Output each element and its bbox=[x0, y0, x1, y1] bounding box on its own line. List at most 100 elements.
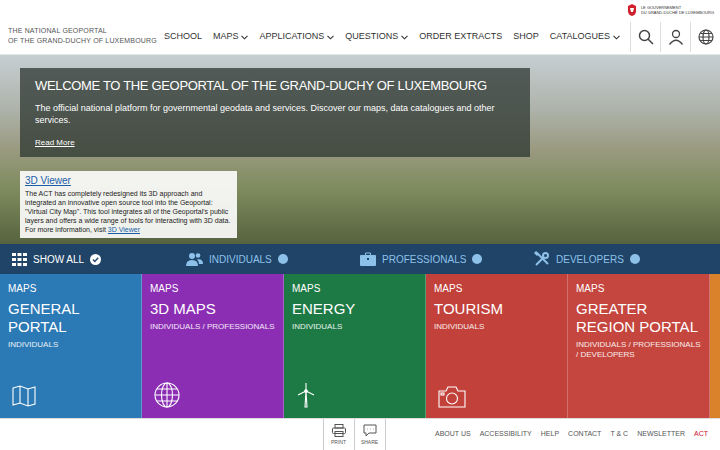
map-tile[interactable]: MAPS GREATER REGION PORTAL INDIVIDUALS / P… bbox=[568, 274, 710, 418]
nav-label: CATALOGUES bbox=[550, 30, 610, 44]
wind-turbine-icon bbox=[296, 382, 417, 408]
globe-icon[interactable] bbox=[690, 22, 720, 52]
tile-title: GENERAL PORTAL bbox=[8, 300, 133, 336]
tile-category: MAPS bbox=[8, 283, 133, 295]
header-tools bbox=[630, 22, 720, 52]
tile-audience: INDIVIDUALS bbox=[292, 322, 417, 332]
filter-item[interactable]: DEVELOPERS bbox=[534, 244, 708, 274]
read-more-link[interactable]: Read More bbox=[35, 138, 515, 148]
welcome-subtitle: The official national platform for gover… bbox=[35, 102, 515, 126]
tools-icon bbox=[534, 251, 550, 267]
search-icon[interactable] bbox=[630, 22, 660, 52]
briefcase-icon bbox=[360, 252, 376, 266]
footer-action-button[interactable]: PRINT bbox=[324, 419, 355, 450]
map-icon bbox=[12, 384, 133, 408]
map-tiles: MAPS GENERAL PORTAL INDIVIDUALS MAPS 3D MAPS… bbox=[0, 274, 720, 418]
tile-audience: INDIVIDUALS / PROFESSIONALS / DEVELOPERS bbox=[576, 340, 701, 360]
grid-icon bbox=[12, 253, 27, 266]
nav-item[interactable]: SCHOOL bbox=[164, 30, 202, 44]
filter-label: DEVELOPERS bbox=[556, 252, 624, 267]
site-title[interactable]: THE NATIONAL GEOPORTALOF THE GRAND-DUCHY… bbox=[8, 26, 157, 46]
nav-label: QUESTIONS bbox=[345, 30, 398, 44]
filter-label: INDIVIDUALS bbox=[209, 252, 272, 267]
next-tile-edge bbox=[710, 274, 720, 418]
header: THE NATIONAL GEOPORTALOF THE GRAND-DUCHY… bbox=[0, 0, 720, 55]
audience-filter-bar: SHOW ALL INDIVIDUALS PROFESSIONALS DEVELOPE… bbox=[0, 244, 720, 274]
unselected-dot bbox=[278, 254, 288, 264]
map-tile[interactable]: MAPS TOURISM INDIVIDUALS bbox=[426, 274, 568, 418]
chevron-icon bbox=[327, 35, 334, 40]
footer-link[interactable]: ABOUT US bbox=[435, 429, 471, 440]
hero-photo: WELCOME TO THE GEOPORTAL OF THE GRAND-DU… bbox=[0, 55, 720, 244]
unselected-dot bbox=[472, 254, 482, 264]
tile-category: MAPS bbox=[292, 283, 417, 295]
people-icon bbox=[186, 252, 203, 266]
footer-action-button[interactable]: SHARE bbox=[355, 419, 386, 450]
tile-audience: INDIVIDUALS bbox=[434, 322, 559, 332]
government-line: LE GOUVERNEMENT bbox=[641, 5, 714, 10]
nav-item[interactable]: CATALOGUES bbox=[550, 30, 620, 44]
footer-action-label: PRINT bbox=[331, 439, 346, 445]
footer-spacer bbox=[0, 419, 323, 450]
footer-action-label: SHARE bbox=[361, 439, 378, 445]
viewer-text: The ACT has completely redesigned its 3D… bbox=[25, 189, 232, 234]
nav-item[interactable]: QUESTIONS bbox=[345, 30, 408, 44]
nav-label: MAPS bbox=[213, 30, 239, 44]
tile-category: MAPS bbox=[150, 283, 275, 295]
government-text: LE GOUVERNEMENTDU GRAND-DUCHÉ DE LUXEMBO… bbox=[641, 5, 714, 15]
map-tile[interactable]: MAPS3D MAPSINDIVIDUALS / PROFESSIONALS bbox=[142, 274, 284, 418]
footer-link[interactable]: CONTACT bbox=[568, 429, 601, 440]
header-right: LE GOUVERNEMENTDU GRAND-DUCHÉ DE LUXEMBO… bbox=[164, 0, 720, 54]
tile-title: GREATER REGION PORTAL bbox=[576, 300, 701, 336]
check-icon bbox=[90, 254, 101, 265]
tile-title: ENERGY bbox=[292, 300, 417, 318]
tile-audience: INDIVIDUALS bbox=[8, 340, 133, 350]
map-tile[interactable]: MAPS GENERAL PORTAL INDIVIDUALS bbox=[0, 274, 142, 418]
page: THE NATIONAL GEOPORTALOF THE GRAND-DUCHY… bbox=[0, 0, 720, 450]
filter-label: SHOW ALL bbox=[33, 252, 84, 267]
welcome-title: WELCOME TO THE GEOPORTAL OF THE GRAND-DU… bbox=[35, 78, 515, 94]
camera-icon bbox=[438, 386, 559, 408]
nav-label: SCHOOL bbox=[164, 30, 202, 44]
viewer-title-link[interactable]: 3D Viewer bbox=[25, 174, 232, 187]
government-line: DU GRAND-DUCHÉ DE LUXEMBOURG bbox=[641, 10, 714, 15]
user-icon[interactable] bbox=[660, 22, 690, 52]
nav-row: SCHOOL MAPS APPLICATIONS QUESTIONS ORDER EXT… bbox=[164, 22, 720, 54]
nav-item[interactable]: APPLICATIONS bbox=[259, 30, 334, 44]
chevron-icon bbox=[401, 35, 408, 40]
chevron-icon bbox=[613, 35, 620, 40]
viewer-box: 3D ViewerThe ACT has completely redesign… bbox=[20, 171, 237, 238]
footer-link[interactable]: NEWSLETTER bbox=[637, 429, 685, 440]
nav-item[interactable]: SHOP bbox=[513, 30, 539, 44]
lion-icon bbox=[626, 3, 638, 17]
nav-label: SHOP bbox=[513, 30, 539, 44]
tile-title: 3D MAPS bbox=[150, 300, 275, 318]
nav-item[interactable]: MAPS bbox=[213, 30, 249, 44]
header-left: THE NATIONAL GEOPORTALOF THE GRAND-DUCHY… bbox=[0, 0, 157, 54]
footer-link[interactable]: ACT bbox=[694, 429, 708, 440]
nav-item[interactable]: ORDER EXTRACTS bbox=[419, 30, 502, 44]
viewer-link[interactable]: 3D Viewer bbox=[108, 226, 140, 233]
map-tile[interactable]: MAPS ENERGY INDIVIDUALS bbox=[284, 274, 426, 418]
footer-link[interactable]: T & C bbox=[610, 429, 628, 440]
footer-links: ABOUT US ACCESSIBILITY HELP CONTACT T & C NEW… bbox=[386, 419, 720, 450]
filter-item[interactable]: INDIVIDUALS bbox=[186, 244, 360, 274]
chevron-icon bbox=[241, 35, 248, 40]
footer-link[interactable]: HELP bbox=[541, 429, 559, 440]
main-nav: SCHOOL MAPS APPLICATIONS QUESTIONS ORDER EXT… bbox=[164, 30, 630, 44]
footer: PRINT SHARE ABOUT US ACCESSIBILITY HELP CONTA… bbox=[0, 418, 720, 450]
tile-title: TOURISM bbox=[434, 300, 559, 318]
tile-category: MAPS bbox=[434, 283, 559, 295]
globe-icon bbox=[154, 382, 275, 408]
filter-label: PROFESSIONALS bbox=[382, 252, 466, 267]
filter-item[interactable]: PROFESSIONALS bbox=[360, 244, 534, 274]
nav-label: APPLICATIONS bbox=[259, 30, 324, 44]
nav-label: ORDER EXTRACTS bbox=[419, 30, 502, 44]
site-title-line: OF THE GRAND-DUCHY OF LUXEMBOURG bbox=[8, 36, 157, 46]
government-logo[interactable]: LE GOUVERNEMENTDU GRAND-DUCHÉ DE LUXEMBO… bbox=[626, 0, 720, 17]
footer-link[interactable]: ACCESSIBILITY bbox=[480, 429, 532, 440]
unselected-dot bbox=[630, 254, 640, 264]
filter-item[interactable]: SHOW ALL bbox=[12, 244, 186, 274]
welcome-box: WELCOME TO THE GEOPORTAL OF THE GRAND-DU… bbox=[20, 68, 530, 157]
tile-category: MAPS bbox=[576, 283, 701, 295]
